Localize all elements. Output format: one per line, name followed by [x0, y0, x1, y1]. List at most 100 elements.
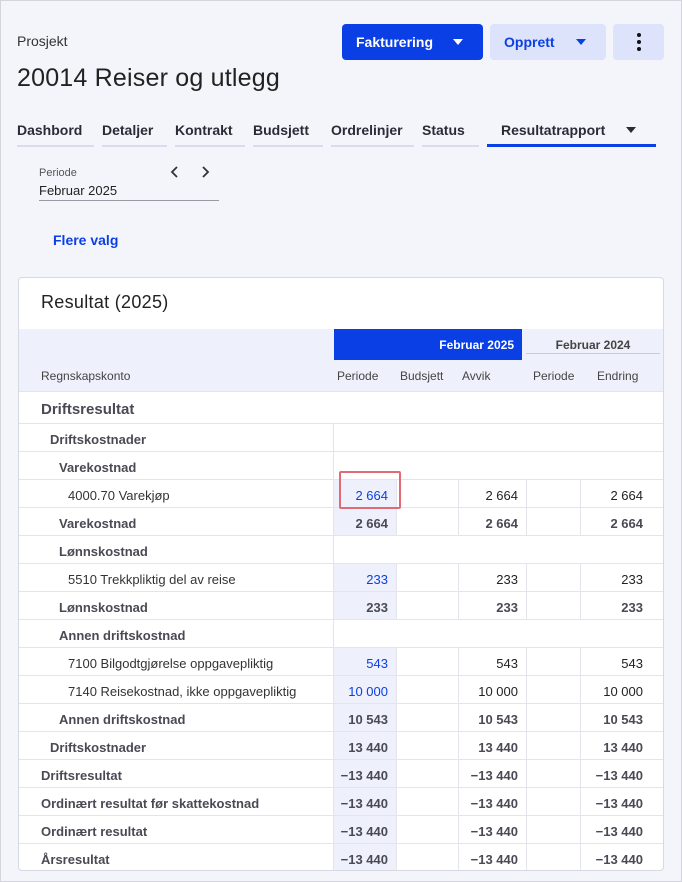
table-row: Lønnskostnad 233 233 233	[19, 591, 663, 620]
cell-prev	[526, 676, 580, 704]
chevron-right-icon[interactable]	[197, 164, 213, 180]
row-label: Annen driftskostnad	[59, 628, 186, 643]
table-row: 4000.70 Varekjøp 2 664 2 664 2 664	[19, 479, 663, 508]
cell-budget	[396, 648, 458, 676]
tab-detaljer[interactable]: Detaljer	[102, 119, 167, 147]
table-row: Lønnskostnad	[19, 535, 663, 564]
cell-deviation: 10 000	[458, 676, 526, 704]
cell-prev	[526, 704, 580, 732]
tab-resultatrapport[interactable]: Resultatrapport	[487, 119, 656, 147]
cell-prev	[526, 844, 580, 870]
row-label: 7100 Bilgodtgjørelse oppgavepliktig	[68, 656, 274, 671]
cell-prev	[526, 788, 580, 816]
period-label: Periode	[39, 167, 77, 179]
cell-deviation: 543	[458, 648, 526, 676]
row-empty-cell	[333, 536, 663, 564]
tab-budsjett[interactable]: Budsjett	[253, 119, 323, 147]
cell-deviation: 13 440	[458, 732, 526, 760]
cell-deviation: 233	[458, 564, 526, 592]
column-group-current: Februar 2025	[334, 329, 522, 360]
cell-budget	[396, 816, 458, 844]
cell-deviation: 10 543	[458, 704, 526, 732]
row-label: Varekostnad	[59, 460, 137, 475]
cell-budget	[396, 704, 458, 732]
cell-period: −13 440	[333, 816, 396, 844]
more-options-link[interactable]: Flere valg	[53, 232, 118, 248]
row-label: Annen driftskostnad	[59, 712, 186, 727]
cell-change: 13 440	[580, 732, 651, 760]
row-label: Ordinært resultat	[41, 824, 148, 839]
cell-period[interactable]: 10 000	[333, 676, 396, 704]
column-header-change[interactable]: Endring	[597, 369, 638, 383]
column-header-budget[interactable]: Budsjett	[400, 369, 443, 383]
cell-change: 233	[580, 592, 651, 620]
table-row: Varekostnad	[19, 451, 663, 480]
table-row: 5510 Trekkpliktig del av reise 233 233 233	[19, 563, 663, 592]
cell-budget	[396, 676, 458, 704]
row-label: Driftskostnader	[50, 432, 147, 447]
cell-prev	[526, 732, 580, 760]
cell-period[interactable]: 2 664	[333, 480, 396, 508]
table-row: Årsresultat −13 440 −13 440 −13 440	[19, 843, 663, 870]
column-header-period[interactable]: Periode	[337, 369, 378, 383]
table-row: Annen driftskostnad	[19, 619, 663, 648]
app-frame: Prosjekt 20014 Reiser og utlegg Fakturer…	[0, 0, 682, 882]
cell-change: −13 440	[580, 760, 651, 788]
cell-budget	[396, 760, 458, 788]
cell-budget	[396, 508, 458, 536]
row-label: Ordinært resultat før skattekostnad	[41, 796, 260, 811]
cell-period: 10 543	[333, 704, 396, 732]
cell-period[interactable]: 233	[333, 564, 396, 592]
column-group-previous: Februar 2024	[526, 329, 660, 354]
cell-deviation: 233	[458, 592, 526, 620]
invoice-button[interactable]: Fakturering	[342, 24, 483, 60]
cell-period: 233	[333, 592, 396, 620]
table-row: Varekostnad 2 664 2 664 2 664	[19, 507, 663, 536]
tab-dashbord[interactable]: Dashbord	[17, 119, 94, 147]
create-button[interactable]: Opprett	[490, 24, 606, 60]
cell-change: −13 440	[580, 788, 651, 816]
column-header-prev-period[interactable]: Periode	[533, 369, 574, 383]
row-label: Lønnskostnad	[59, 600, 148, 615]
cell-prev	[526, 648, 580, 676]
cell-deviation: −13 440	[458, 788, 526, 816]
column-header-account[interactable]: Regnskapskonto	[41, 369, 130, 383]
chevron-left-icon[interactable]	[167, 164, 183, 180]
period-field[interactable]: Februar 2025	[39, 183, 219, 201]
cell-period: −13 440	[333, 760, 396, 788]
cell-change: −13 440	[580, 816, 651, 844]
row-label: Driftsresultat	[41, 768, 122, 783]
cell-prev	[526, 760, 580, 788]
table-row: 7140 Reisekostnad, ikke oppgavepliktig 10…	[19, 675, 663, 704]
cell-budget	[396, 788, 458, 816]
report-title: Resultat (2025)	[41, 292, 169, 312]
column-header-deviation[interactable]: Avvik	[462, 369, 490, 383]
cell-change: 10 000	[580, 676, 651, 704]
cell-change: −13 440	[580, 844, 651, 870]
row-label: Lønnskostnad	[59, 544, 148, 559]
cell-change: 233	[580, 564, 651, 592]
tab-status[interactable]: Status	[422, 119, 479, 147]
cell-prev	[526, 508, 580, 536]
table-row: Driftsresultat −13 440 −13 440 −13 440	[19, 759, 663, 788]
cell-period[interactable]: 543	[333, 648, 396, 676]
cell-budget	[396, 480, 458, 508]
cell-deviation: 2 664	[458, 480, 526, 508]
tab-ordrelinjer[interactable]: Ordrelinjer	[331, 119, 414, 147]
row-label: Driftskostnader	[50, 740, 147, 755]
breadcrumb[interactable]: Prosjekt	[17, 33, 68, 49]
result-report-card: Resultat (2025) Februar 2025 Februar 202…	[18, 277, 664, 871]
chevron-down-icon	[453, 39, 463, 45]
table-row: Annen driftskostnad 10 543 10 543 10 543	[19, 703, 663, 732]
row-empty-cell	[333, 452, 663, 480]
table-row: Driftsresultat	[19, 391, 663, 423]
cell-deviation: −13 440	[458, 844, 526, 870]
cell-prev	[526, 564, 580, 592]
cell-budget	[396, 592, 458, 620]
tab-resultatrapport-label: Resultatrapport	[501, 122, 606, 138]
row-label: 5510 Trekkpliktig del av reise	[68, 572, 236, 587]
more-actions-button[interactable]	[613, 24, 664, 60]
tab-kontrakt[interactable]: Kontrakt	[175, 119, 245, 147]
page-title: 20014 Reiser og utlegg	[17, 64, 280, 92]
cell-change: 10 543	[580, 704, 651, 732]
